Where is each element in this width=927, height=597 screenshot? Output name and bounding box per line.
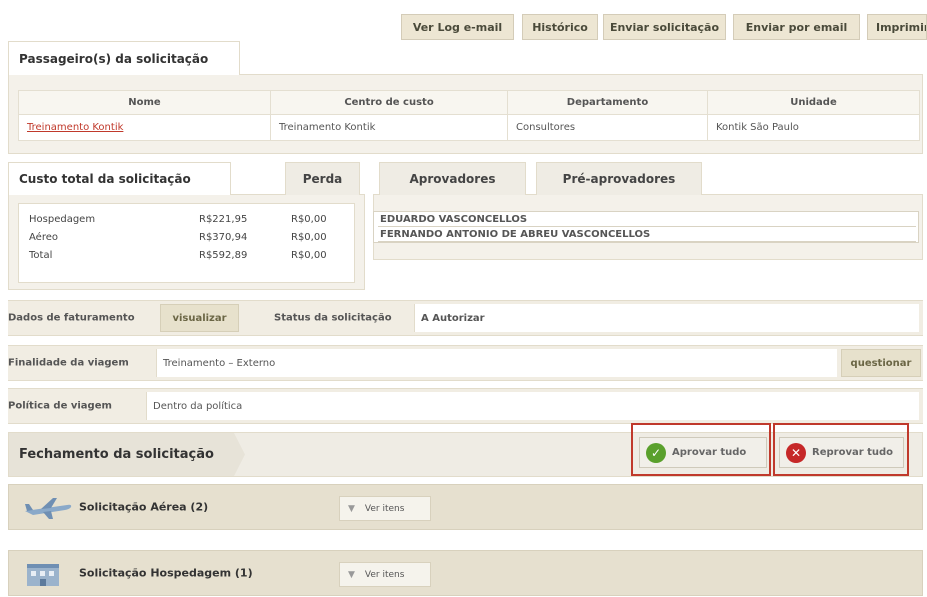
closing-title: Fechamento da solicitação [9,433,245,476]
loss-value: R$0,00 [291,232,327,243]
unit-cell: Kontik São Paulo [707,114,920,141]
passenger-table: Nome Centro de custo Departamento Unidad… [18,90,920,141]
close-icon: ✕ [786,442,806,463]
approve-all-button[interactable]: ✓ Aprovar tudo [639,437,767,468]
tab-loss[interactable]: Perda [285,162,360,195]
tab-approvers[interactable]: Aprovadores [379,162,526,195]
column-header-unit: Unidade [707,90,920,115]
cost-value: R$370,94 [199,232,248,243]
department-cell: Consultores [507,114,708,141]
send-by-email-button[interactable]: Enviar por email [733,14,860,40]
view-email-log-button[interactable]: Ver Log e-mail [401,14,514,40]
approver-item: FERNANDO ANTONIO DE ABREU VASCONCELLOS [378,227,916,242]
policy-value: Dentro da política [146,392,919,420]
view-items-button[interactable]: ▼ Ver itens [339,562,431,587]
column-header-cost-center: Centro de custo [270,90,508,115]
section-title: Solicitação Hospedagem (1) [79,566,253,580]
purpose-label: Finalidade da viagem [8,357,129,369]
purpose-strip: Finalidade da viagem Treinamento – Exter… [8,345,923,381]
cost-label: Aéreo [29,232,58,243]
reject-all-label: Reprovar tudo [812,447,894,458]
send-request-button[interactable]: Enviar solicitação [603,14,726,40]
section-title: Solicitação Aérea (2) [79,500,209,514]
cost-row-total: Total R$592,89 R$0,00 [29,250,349,264]
column-header-name: Nome [18,90,271,115]
chevron-down-icon: ▼ [348,503,355,514]
cost-row-hotel: Hospedagem R$221,95 R$0,00 [29,214,349,228]
approver-item: EDUARDO VASCONCELLOS [378,212,916,227]
billing-strip: Dados de faturamento visualizar Status d… [8,300,923,336]
cost-row-air: Aéreo R$370,94 R$0,00 [29,232,349,246]
cost-value: R$221,95 [199,214,248,225]
history-button[interactable]: Histórico [522,14,598,40]
tab-passengers[interactable]: Passageiro(s) da solicitação [8,41,240,75]
loss-value: R$0,00 [291,214,327,225]
purpose-value: Treinamento – Externo [156,349,837,377]
hotel-icon [27,564,59,586]
column-header-department: Departamento [507,90,708,115]
table-row: Treinamento Kontik Treinamento Kontik Co… [18,114,920,141]
cost-center-cell: Treinamento Kontik [270,114,508,141]
approve-all-label: Aprovar tudo [672,447,747,458]
status-value: A Autorizar [414,304,919,332]
view-billing-button[interactable]: visualizar [160,304,239,332]
status-label: Status da solicitação [274,312,392,324]
policy-strip: Política de viagem Dentro da política [8,388,923,424]
approvers-list: EDUARDO VASCONCELLOS FERNANDO ANTONIO DE… [373,211,919,243]
check-icon: ✓ [646,442,666,463]
loss-value: R$0,00 [291,250,327,261]
section-air-request: Solicitação Aérea (2) ▼ Ver itens [8,484,923,530]
cost-label: Hospedagem [29,214,96,225]
cost-label: Total [29,250,53,261]
reject-all-button[interactable]: ✕ Reprovar tudo [779,437,904,468]
question-button[interactable]: questionar [841,349,921,377]
cost-value: R$592,89 [199,250,248,261]
print-button[interactable]: Imprimir [867,14,927,40]
policy-label: Política de viagem [8,400,112,412]
view-items-label: Ver itens [364,503,405,514]
billing-label: Dados de faturamento [8,312,135,324]
tab-pre-approvers[interactable]: Pré-aprovadores [536,162,702,195]
airplane-icon [25,498,72,519]
passenger-name-link[interactable]: Treinamento Kontik [18,114,271,141]
view-items-button[interactable]: ▼ Ver itens [339,496,431,521]
tab-total-cost[interactable]: Custo total da solicitação [8,162,231,195]
chevron-down-icon: ▼ [348,569,355,580]
section-hotel-request: Solicitação Hospedagem (1) ▼ Ver itens [8,550,923,596]
cost-summary: Hospedagem R$221,95 R$0,00 Aéreo R$370,9… [18,203,355,283]
view-items-label: Ver itens [364,569,405,580]
